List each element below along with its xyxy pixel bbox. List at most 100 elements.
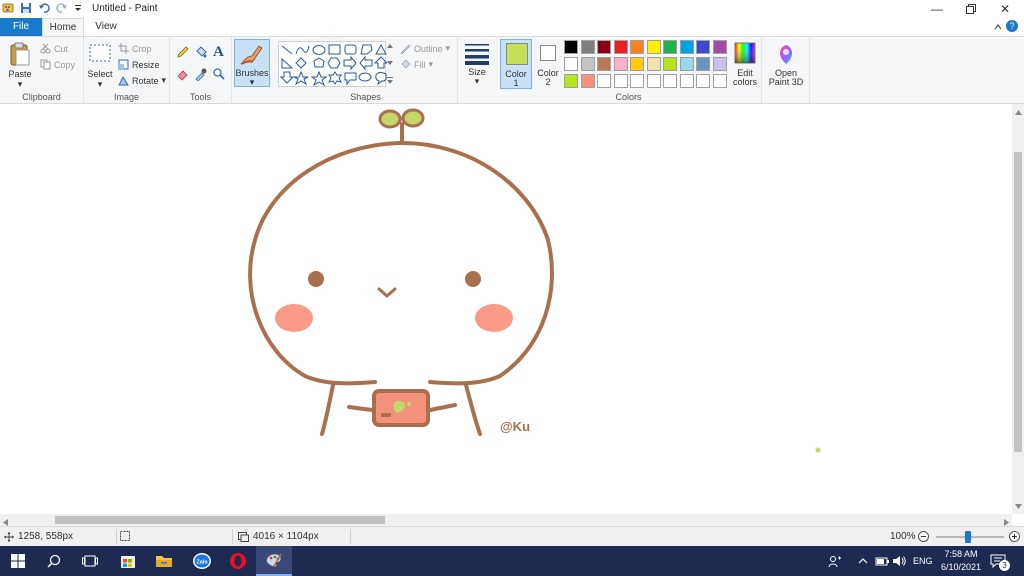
select-button[interactable]: Select ▾ [86,41,114,90]
taskbar-app-store[interactable] [110,546,146,576]
collapse-ribbon-icon[interactable] [994,22,1002,34]
search-button[interactable] [36,546,72,576]
resize-button[interactable]: Resize [118,59,160,70]
show-hidden-icons[interactable] [858,546,868,576]
zoom-in-button[interactable] [1009,531,1020,545]
rect-callout-shape-icon[interactable] [344,72,357,86]
zoom-slider[interactable] [936,531,1004,543]
redo-icon[interactable] [56,2,68,14]
taskbar-zalo[interactable]: Zalo [184,546,220,576]
rotate-dropdown-icon[interactable]: ▾ [162,75,167,86]
size-dropdown-icon[interactable]: ▾ [460,76,494,87]
arm-right [428,403,457,412]
restore-button[interactable] [954,0,988,18]
start-button[interactable] [0,546,36,576]
help-icon[interactable]: ? [1006,20,1018,32]
pencil-icon[interactable] [176,45,190,59]
four-point-star-shape-icon[interactable] [293,70,309,86]
color-picker-icon[interactable] [194,67,208,81]
brushes-dropdown-icon[interactable]: ▾ [235,77,269,88]
cloud-callout-shape-icon[interactable] [375,71,387,86]
oval-callout-shape-icon[interactable] [358,72,372,82]
cursor-position-text: 1258, 558px [18,531,74,542]
taskbar-paint[interactable] [256,546,292,576]
tab-view[interactable]: View [86,18,126,36]
zoom-out-button[interactable] [918,531,929,545]
outline-icon [400,44,411,54]
taskbar-opera[interactable] [220,546,256,576]
left-arrow-shape-icon[interactable] [359,55,373,71]
fill-icon [401,59,411,69]
rounded-rectangle-shape-icon[interactable] [344,44,357,55]
people-icon[interactable] [828,546,842,576]
six-point-star-shape-icon[interactable] [328,71,342,85]
edit-colors-label-2: colors [732,77,757,87]
magnifier-icon[interactable] [212,67,226,81]
diamond-shape-icon[interactable] [295,57,307,69]
image-dimensions: 4016 × 1104px [238,531,319,542]
language-indicator[interactable]: ENG [913,546,933,576]
taskbar-file-explorer[interactable] [146,546,182,576]
copy-button[interactable]: Copy [40,59,75,70]
text-icon[interactable]: A [212,43,226,59]
oval-shape-icon[interactable] [312,45,326,55]
open-paint3d-button[interactable]: Open Paint 3D [766,39,806,91]
volume-icon[interactable] [892,546,906,576]
svg-text:A: A [213,44,224,59]
undo-icon[interactable] [38,2,50,14]
customize-qat-icon[interactable] [74,2,86,14]
outline-button[interactable]: Outline ▾ [400,43,450,54]
paint-app-icon[interactable] [2,2,14,14]
right-arrow-shape-icon[interactable] [343,55,357,71]
paste-dropdown-icon[interactable]: ▾ [6,79,34,90]
drawing-canvas[interactable]: @Ku [0,104,1012,514]
paint3d-label-2: Paint 3D [768,77,804,87]
rectangle-shape-icon[interactable] [328,44,341,55]
horizontal-scroll-thumb[interactable] [55,516,385,524]
eraser-icon[interactable] [176,67,190,81]
fill-button[interactable]: Fill ▾ [400,59,433,70]
zoom-slider-thumb[interactable] [965,531,971,543]
rotate-button[interactable]: Rotate ▾ [118,75,166,86]
eye-right [465,271,481,287]
paste-button[interactable]: Paste ▾ [6,41,34,90]
folder-icon [156,556,172,567]
polygon-shape-icon[interactable] [360,44,373,55]
size-icon [465,44,489,65]
crop-button[interactable]: Crop [118,43,152,54]
five-point-star-shape-icon[interactable] [310,70,328,87]
taskbar-clock[interactable]: 7:58 AM 6/10/2021 [938,548,984,574]
close-button[interactable]: ✕ [988,0,1022,18]
line-shape-icon[interactable] [281,45,293,55]
vertical-scrollbar[interactable] [1012,104,1024,514]
task-view-button[interactable] [72,546,108,576]
horizontal-scrollbar[interactable] [0,514,1012,526]
scroll-down-icon[interactable] [1015,500,1022,512]
vertical-scroll-thumb[interactable] [1014,152,1022,452]
tab-home[interactable]: Home [42,18,84,36]
svg-text:Zalo: Zalo [196,560,208,566]
pentagon-shape-icon[interactable] [313,57,325,68]
shapes-gallery-scroll[interactable] [386,41,394,87]
size-button[interactable]: Size ▾ [460,39,494,87]
hexagon-shape-icon[interactable] [327,57,341,69]
arm-left [347,405,374,412]
fill-bucket-icon[interactable] [194,45,208,59]
stray-dot [815,447,821,453]
scroll-up-icon[interactable] [1015,106,1022,118]
selection-size [120,531,130,541]
right-triangle-shape-icon[interactable] [281,57,294,69]
select-dropdown-icon[interactable]: ▾ [86,79,114,90]
brushes-button[interactable]: Brushes ▾ [234,39,270,87]
cut-button[interactable]: Cut [40,43,68,54]
notification-center[interactable]: 3 [990,546,1010,576]
edit-colors-button[interactable]: Edit colors [730,39,760,89]
minimize-button[interactable]: — [920,0,954,18]
curve-shape-icon[interactable] [295,45,310,55]
save-icon[interactable] [20,2,32,14]
battery-icon[interactable] [874,546,890,576]
triangle-shape-icon[interactable] [375,43,387,55]
down-arrow-shape-icon[interactable] [279,71,295,84]
status-divider [232,529,233,544]
tab-file[interactable]: File [0,18,42,36]
